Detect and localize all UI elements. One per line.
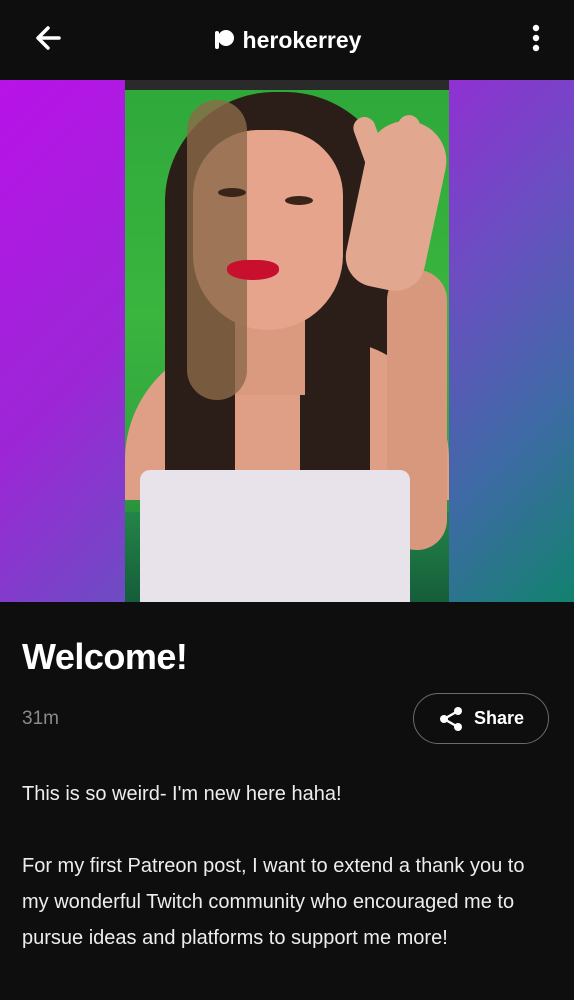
more-vertical-icon [532,24,540,52]
arrow-left-icon [36,26,61,50]
share-button[interactable]: Share [413,693,549,744]
post-body: This is so weird- I'm new here haha! For… [22,776,552,956]
patreon-logo-icon [214,30,234,49]
post-paragraph: For my first Patreon post, I want to ext… [22,855,525,949]
share-icon [439,706,462,731]
back-button[interactable] [30,20,66,56]
post-timestamp: 31m [22,708,59,729]
post-photo[interactable] [125,80,449,602]
creator-name[interactable]: herokerrey [243,27,362,54]
post-title: Welcome! [22,636,188,677]
share-label: Share [473,708,525,728]
post-paragraph: This is so weird- I'm new here haha! [22,783,342,805]
more-options-button[interactable] [524,20,548,56]
post-media[interactable] [0,80,574,602]
top-app-bar: herokerrey [0,0,574,80]
